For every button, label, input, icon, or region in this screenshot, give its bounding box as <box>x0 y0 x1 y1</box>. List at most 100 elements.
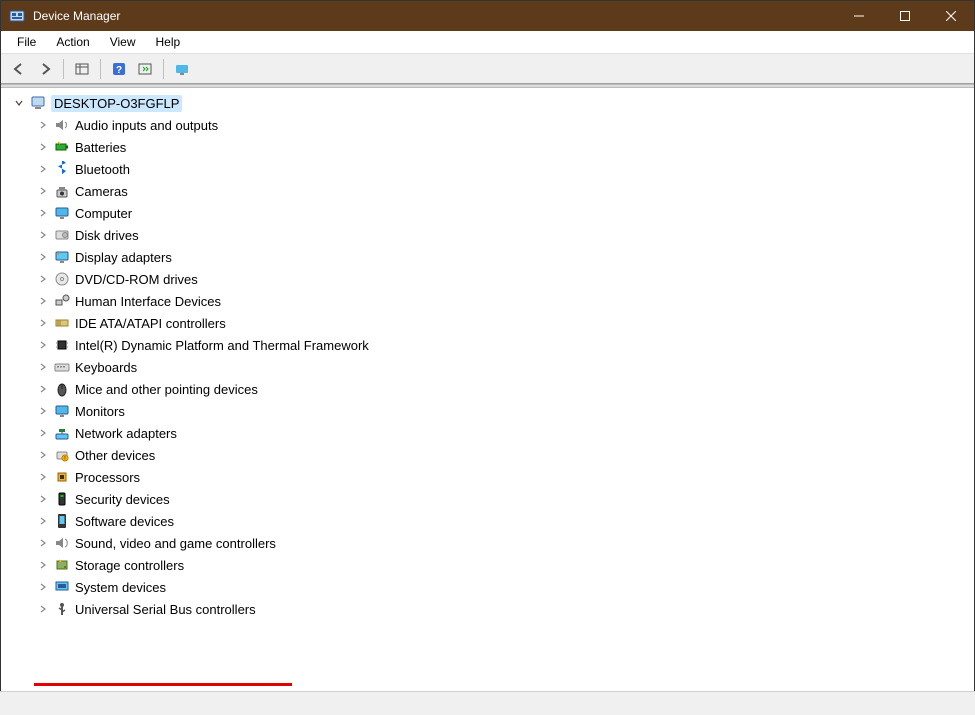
tree-item-label: Intel(R) Dynamic Platform and Thermal Fr… <box>75 338 369 353</box>
titlebar: Device Manager <box>1 1 974 31</box>
bluetooth-icon <box>53 160 71 178</box>
tree-item[interactable]: DVD/CD-ROM drives <box>1 268 974 290</box>
show-hidden-button[interactable] <box>70 57 94 81</box>
toolbar-separator <box>100 59 101 79</box>
tree-item-label: System devices <box>75 580 166 595</box>
tree-item[interactable]: Intel(R) Dynamic Platform and Thermal Fr… <box>1 334 974 356</box>
tree-item[interactable]: System devices <box>1 576 974 598</box>
expand-icon[interactable] <box>35 469 51 485</box>
tree-item-label: Bluetooth <box>75 162 130 177</box>
expand-icon[interactable] <box>35 359 51 375</box>
expand-icon[interactable] <box>35 491 51 507</box>
collapse-icon[interactable] <box>11 95 27 111</box>
tree-item-label: Network adapters <box>75 426 177 441</box>
tree-item-label: Storage controllers <box>75 558 184 573</box>
tree-item[interactable]: Display adapters <box>1 246 974 268</box>
tree-root[interactable]: DESKTOP-O3FGFLP <box>1 92 974 114</box>
network-icon <box>53 424 71 442</box>
dvd-icon <box>53 270 71 288</box>
expand-icon[interactable] <box>35 161 51 177</box>
disk-icon <box>53 226 71 244</box>
menu-view[interactable]: View <box>100 33 146 51</box>
tree-item-label: Security devices <box>75 492 170 507</box>
statusbar <box>0 691 975 715</box>
mouse-icon <box>53 380 71 398</box>
device-tree[interactable]: DESKTOP-O3FGFLP Audio inputs and outputs… <box>1 88 974 686</box>
tree-item[interactable]: Disk drives <box>1 224 974 246</box>
toolbar: ? <box>1 54 974 84</box>
ide-icon <box>53 314 71 332</box>
forward-button[interactable] <box>33 57 57 81</box>
expand-icon[interactable] <box>35 117 51 133</box>
tree-item[interactable]: Keyboards <box>1 356 974 378</box>
tree-item[interactable]: Network adapters <box>1 422 974 444</box>
svg-text:!: ! <box>64 456 65 462</box>
expand-icon[interactable] <box>35 425 51 441</box>
tree-item-label: Software devices <box>75 514 174 529</box>
tree-item[interactable]: Security devices <box>1 488 974 510</box>
expand-icon[interactable] <box>35 227 51 243</box>
tree-item-label: Sound, video and game controllers <box>75 536 276 551</box>
tree-item[interactable]: Computer <box>1 202 974 224</box>
tree-item[interactable]: Universal Serial Bus controllers <box>1 598 974 620</box>
expand-icon[interactable] <box>35 271 51 287</box>
back-button[interactable] <box>7 57 31 81</box>
usb-icon <box>53 600 71 618</box>
root-label: DESKTOP-O3FGFLP <box>51 95 182 112</box>
tree-item-label: Monitors <box>75 404 125 419</box>
tree-item[interactable]: Sound, video and game controllers <box>1 532 974 554</box>
expand-icon[interactable] <box>35 601 51 617</box>
expand-icon[interactable] <box>35 139 51 155</box>
menu-help[interactable]: Help <box>146 33 191 51</box>
tree-item[interactable]: Cameras <box>1 180 974 202</box>
expand-icon[interactable] <box>35 337 51 353</box>
app-icon <box>9 8 25 24</box>
tree-item[interactable]: Human Interface Devices <box>1 290 974 312</box>
storage-icon <box>53 556 71 574</box>
tree-item[interactable]: Audio inputs and outputs <box>1 114 974 136</box>
tree-item[interactable]: Storage controllers <box>1 554 974 576</box>
tree-item-label: Display adapters <box>75 250 172 265</box>
expand-icon[interactable] <box>35 183 51 199</box>
maximize-button[interactable] <box>882 1 928 31</box>
expand-icon[interactable] <box>35 205 51 221</box>
cpu-icon <box>53 468 71 486</box>
expand-icon[interactable] <box>35 513 51 529</box>
expand-icon[interactable] <box>35 557 51 573</box>
scan-button[interactable] <box>133 57 157 81</box>
tree-item-label: Computer <box>75 206 132 221</box>
expand-icon[interactable] <box>35 447 51 463</box>
remote-button[interactable] <box>170 57 194 81</box>
tree-item-label: Processors <box>75 470 140 485</box>
expand-icon[interactable] <box>35 293 51 309</box>
menu-file[interactable]: File <box>7 33 46 51</box>
tree-item[interactable]: Mice and other pointing devices <box>1 378 974 400</box>
close-button[interactable] <box>928 1 974 31</box>
tree-item[interactable]: IDE ATA/ATAPI controllers <box>1 312 974 334</box>
tree-item[interactable]: Bluetooth <box>1 158 974 180</box>
help-button[interactable]: ? <box>107 57 131 81</box>
tree-item[interactable]: Software devices <box>1 510 974 532</box>
tree-item[interactable]: Processors <box>1 466 974 488</box>
expand-icon[interactable] <box>35 403 51 419</box>
display-icon <box>53 248 71 266</box>
expand-icon[interactable] <box>35 249 51 265</box>
tree-item-label: Batteries <box>75 140 126 155</box>
tree-item-label: Other devices <box>75 448 155 463</box>
tree-item-label: Cameras <box>75 184 128 199</box>
tree-item-label: Human Interface Devices <box>75 294 221 309</box>
tree-item[interactable]: ! Other devices <box>1 444 974 466</box>
expand-icon[interactable] <box>35 381 51 397</box>
tree-item[interactable]: Monitors <box>1 400 974 422</box>
chip-icon <box>53 336 71 354</box>
tree-item[interactable]: Batteries <box>1 136 974 158</box>
camera-icon <box>53 182 71 200</box>
expand-icon[interactable] <box>35 315 51 331</box>
other-icon: ! <box>53 446 71 464</box>
expand-icon[interactable] <box>35 535 51 551</box>
tree-item-label: Mice and other pointing devices <box>75 382 258 397</box>
minimize-button[interactable] <box>836 1 882 31</box>
toolbar-separator <box>63 59 64 79</box>
expand-icon[interactable] <box>35 579 51 595</box>
menu-action[interactable]: Action <box>46 33 99 51</box>
